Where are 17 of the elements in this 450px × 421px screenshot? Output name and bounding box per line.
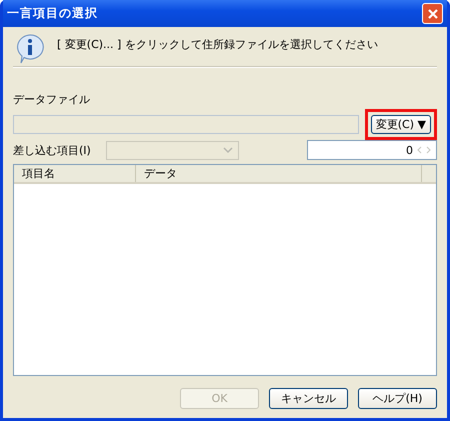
data-file-field[interactable] bbox=[13, 115, 359, 134]
data-file-label: データファイル bbox=[13, 92, 91, 107]
info-icon bbox=[15, 33, 45, 65]
instruction-text: [ 変更(C)... ] をクリックして住所録ファイルを選択してください bbox=[57, 37, 378, 52]
dropdown-icon bbox=[222, 146, 234, 154]
count-field[interactable]: 0 bbox=[307, 140, 437, 160]
column-header[interactable]: 項目名 bbox=[14, 165, 136, 182]
close-button[interactable] bbox=[422, 3, 443, 24]
window-title: 一言項目の選択 bbox=[7, 5, 98, 22]
count-value: 0 bbox=[406, 144, 413, 156]
insert-item-label: 差し込む項目(I) bbox=[13, 142, 92, 158]
close-icon bbox=[426, 8, 438, 20]
column-header[interactable]: データ bbox=[136, 165, 422, 182]
change-button[interactable]: 変更(C) ▼ bbox=[370, 115, 431, 134]
dialog-button[interactable]: ヘルプ(H) bbox=[358, 388, 437, 409]
dialog-button[interactable]: キャンセル bbox=[269, 388, 348, 409]
spin-arrows-icon[interactable] bbox=[415, 146, 433, 154]
